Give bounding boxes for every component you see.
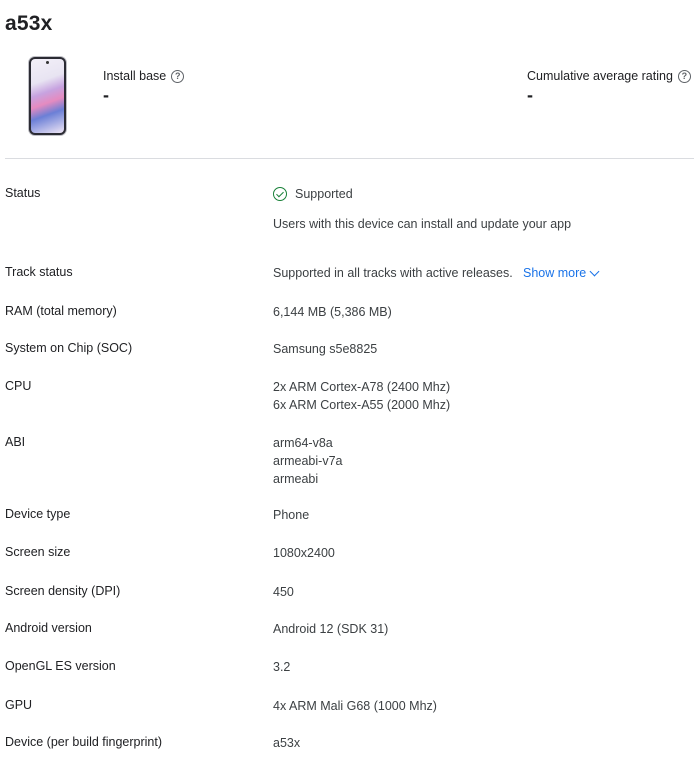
rating-value: -	[527, 85, 533, 105]
show-more-text[interactable]: Show more	[523, 264, 586, 282]
device-screen	[31, 59, 64, 133]
status-text: Supported	[295, 187, 353, 201]
abi-line: armeabi-v7a	[273, 454, 343, 468]
abi-label: ABI	[5, 435, 26, 449]
status-label: Status	[5, 186, 41, 200]
install-base-value: -	[103, 85, 109, 105]
fingerprint-value: a53x	[273, 736, 301, 750]
ram-label: RAM (total memory)	[5, 304, 117, 318]
device-type-label: Device type	[5, 507, 71, 521]
status-value: Supported	[273, 185, 353, 203]
soc-value: Samsung s5e8825	[273, 342, 378, 356]
abi-line: armeabi	[273, 472, 319, 486]
cpu-label: CPU	[5, 379, 32, 393]
android-version-value: Android 12 (SDK 31)	[273, 622, 389, 636]
track-status-value: Supported in all tracks with active rele…	[273, 266, 513, 280]
help-circle-icon[interactable]: ?	[171, 69, 185, 83]
status-subtext: Users with this device can install and u…	[273, 217, 572, 231]
rating-label: Cumulative average rating ?	[527, 69, 691, 83]
gpu-value: 4x ARM Mali G68 (1000 Mhz)	[273, 699, 437, 713]
fingerprint-label: Device (per build fingerprint)	[5, 735, 163, 749]
screen-size-label: Screen size	[5, 545, 71, 559]
device-type-value: Phone	[273, 508, 310, 522]
install-base-label: Install base ?	[103, 69, 185, 83]
track-status-label: Track status	[5, 265, 73, 279]
page-title: a53x	[5, 12, 53, 35]
opengl-value: 3.2	[273, 660, 291, 674]
chevron-down-icon[interactable]	[589, 266, 600, 276]
cpu-line: 2x ARM Cortex-A78 (2400 Mhz)	[273, 380, 451, 394]
android-version-label: Android version	[5, 621, 92, 635]
check-circle-icon	[273, 187, 287, 201]
rating-text: Cumulative average rating	[527, 69, 673, 83]
show-more-link[interactable]: Show more	[523, 264, 600, 282]
abi-line: arm64-v8a	[273, 436, 333, 450]
camera-dot	[46, 61, 49, 64]
density-label: Screen density (DPI)	[5, 584, 121, 598]
device-image	[29, 57, 66, 135]
ram-value: 6,144 MB (5,386 MB)	[273, 305, 392, 319]
divider	[5, 158, 694, 159]
opengl-label: OpenGL ES version	[5, 659, 116, 673]
density-value: 450	[273, 585, 294, 599]
screen-size-value: 1080x2400	[273, 546, 335, 560]
soc-label: System on Chip (SOC)	[5, 341, 133, 355]
install-base-text: Install base	[103, 69, 167, 83]
cpu-line: 6x ARM Cortex-A55 (2000 Mhz)	[273, 398, 451, 412]
cpu-value: 2x ARM Cortex-A78 (2400 Mhz) 6x ARM Cort…	[273, 378, 450, 414]
abi-value: arm64-v8a armeabi-v7a armeabi	[273, 434, 342, 488]
gpu-label: GPU	[5, 698, 33, 712]
help-circle-icon[interactable]: ?	[677, 69, 691, 83]
